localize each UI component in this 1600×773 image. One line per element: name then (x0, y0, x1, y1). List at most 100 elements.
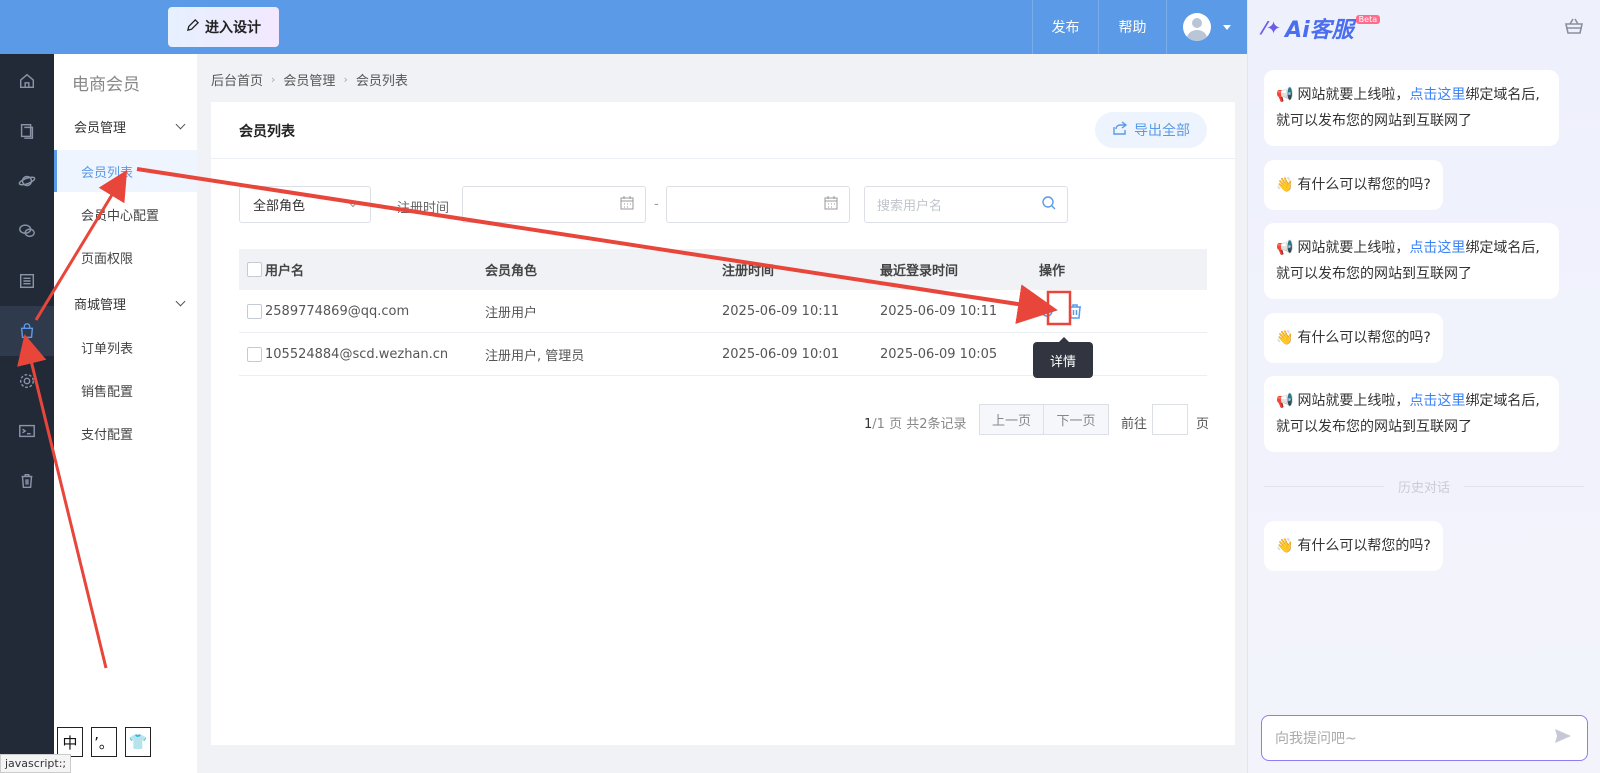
export-label: 导出全部 (1134, 123, 1190, 139)
view-details-icon[interactable] (1039, 303, 1055, 319)
last-login-cell: 2025-06-09 10:05 (880, 346, 998, 362)
message-text: 有什么可以帮您的吗? (1297, 177, 1431, 193)
ime-toolbar: 中 ’。 👕 (57, 727, 151, 757)
message-text: 网站就要上线啦， (1297, 393, 1410, 409)
send-icon[interactable] (1553, 726, 1573, 750)
group-member-management[interactable]: 会员管理 (74, 117, 186, 136)
goto-page-input[interactable] (1152, 404, 1188, 435)
ime-skin-icon[interactable]: 👕 (125, 727, 151, 757)
group-label: 会员管理 (74, 121, 127, 136)
history-label: 历史对话 (1398, 481, 1451, 496)
table-row: 2589774869@qq.com 注册用户 2025-06-09 10:11 … (239, 290, 1207, 333)
ai-logo: ⁄✦ Ai客服 Beta (1263, 12, 1381, 44)
sidebar-item-member-center-config[interactable]: 会员中心配置 (54, 193, 197, 235)
row-checkbox[interactable] (247, 303, 262, 319)
search-icon[interactable] (1041, 195, 1057, 215)
ime-punctuation-toggle[interactable]: ’。 (91, 727, 117, 757)
date-separator: - (654, 197, 659, 212)
end-date-field[interactable] (666, 186, 850, 223)
col-username: 用户名 (265, 264, 305, 279)
trash-icon[interactable] (0, 456, 54, 506)
home-icon[interactable] (0, 56, 54, 106)
history-divider: 历史对话 (1264, 477, 1585, 496)
pagination-total: /1 页 共2条记录 (872, 417, 967, 432)
reg-time-cell: 2025-06-09 10:01 (722, 346, 840, 362)
top-header: 进入设计 发布 帮助 (0, 0, 1247, 54)
chat-message: 📢 网站就要上线啦，点击这里绑定域名后,就可以发布您的网站到互联网了 (1264, 376, 1559, 452)
role-select[interactable]: 全部角色 (239, 186, 371, 223)
ai-question-input[interactable]: 向我提问吧~ (1261, 715, 1588, 761)
col-reg-time: 注册时间 (722, 264, 775, 279)
ai-input-placeholder: 向我提问吧~ (1275, 731, 1357, 747)
chevron-down-icon (175, 296, 186, 307)
sidebar-item-order-list[interactable]: 订单列表 (54, 326, 197, 368)
select-all-checkbox[interactable] (247, 262, 262, 277)
search-input[interactable]: 搜索用户名 (864, 186, 1068, 223)
sparkle-icon: ⁄✦ (1263, 17, 1282, 39)
help-button[interactable]: 帮助 (1098, 0, 1166, 54)
chevron-down-icon (175, 119, 186, 130)
role-select-value: 全部角色 (253, 199, 306, 214)
goto-unit: 页 (1196, 417, 1210, 432)
user-menu[interactable] (1166, 0, 1247, 54)
prev-page-button[interactable]: 上一页 (979, 404, 1044, 435)
delete-icon[interactable] (1067, 303, 1083, 319)
sidebar-item-sales-config[interactable]: 销售配置 (54, 369, 197, 411)
search-placeholder: 搜索用户名 (877, 199, 943, 214)
wave-icon: 👋 (1276, 177, 1294, 193)
group-mall-management[interactable]: 商城管理 (74, 294, 186, 313)
col-actions: 操作 (1039, 264, 1066, 279)
details-tooltip: 详情 (1033, 337, 1093, 378)
ai-logo-name: Ai客服 (1285, 18, 1354, 43)
breadcrumb-home[interactable]: 后台首页 (211, 70, 263, 89)
calendar-icon (619, 195, 635, 215)
row-checkbox[interactable] (247, 346, 262, 362)
publish-button[interactable]: 发布 (1032, 0, 1098, 54)
planet-icon[interactable] (0, 156, 54, 206)
breadcrumb-member-list: 会员列表 (355, 74, 408, 89)
shopping-bag-icon[interactable] (0, 306, 54, 356)
sidebar-item-payment-config[interactable]: 支付配置 (54, 412, 197, 454)
message-text: 有什么可以帮您的吗? (1297, 538, 1431, 554)
start-date-field[interactable] (462, 186, 646, 223)
breadcrumb: 后台首页 › 会员管理 › 会员列表 (211, 70, 408, 89)
icon-rail (0, 54, 54, 773)
pages-icon[interactable] (0, 106, 54, 156)
megaphone-icon: 📢 (1276, 393, 1294, 409)
breadcrumb-member-management[interactable]: 会员管理 (283, 70, 335, 89)
megaphone-icon: 📢 (1276, 87, 1294, 103)
click-here-link[interactable]: 点击这里 (1409, 87, 1465, 103)
role-cell: 注册用户 (485, 305, 538, 321)
col-role: 会员角色 (485, 264, 538, 279)
divider-line (1464, 486, 1585, 487)
col-last-login: 最近登录时间 (880, 264, 959, 279)
member-list-card: 会员列表 导出全部 全部角色 注册时间 - 搜索用户名 用户名 会员角色 注册时… (211, 102, 1235, 745)
wave-icon: 👋 (1276, 538, 1294, 554)
sidebar-item-member-list[interactable]: 会员列表 (54, 150, 197, 192)
sub-sidebar: 电商会员 会员管理 会员列表 会员中心配置 页面权限 商城管理 订单列表 销售配… (54, 54, 197, 773)
table-header: 用户名 会员角色 注册时间 最近登录时间 操作 (239, 249, 1207, 290)
enter-design-label: 进入设计 (205, 20, 261, 36)
sidebar-item-page-permission[interactable]: 页面权限 (54, 236, 197, 278)
chat-icon[interactable] (0, 206, 54, 256)
chat-message: 📢 网站就要上线啦，点击这里绑定域名后,就可以发布您的网站到互联网了 (1264, 223, 1559, 299)
reg-time-cell: 2025-06-09 10:11 (722, 303, 840, 319)
beta-badge: Beta (1355, 14, 1381, 24)
terminal-icon[interactable] (0, 406, 54, 456)
avatar (1183, 13, 1211, 41)
export-all-button[interactable]: 导出全部 (1095, 112, 1207, 148)
click-here-link[interactable]: 点击这里 (1409, 240, 1465, 256)
role-cell: 注册用户, 管理员 (485, 348, 585, 364)
list-icon[interactable] (0, 256, 54, 306)
ime-chinese-toggle[interactable]: 中 (57, 727, 83, 757)
basket-icon[interactable] (1564, 16, 1584, 36)
status-bar-url: javascript:; (0, 754, 72, 773)
goto-label: 前往 (1121, 417, 1148, 432)
page-title: 会员列表 (239, 124, 295, 140)
chevron-right-icon: › (271, 73, 276, 86)
next-page-button[interactable]: 下一页 (1044, 404, 1109, 435)
click-here-link[interactable]: 点击这里 (1409, 393, 1465, 409)
username-cell: 105524884@scd.wezhan.cn (265, 346, 449, 362)
gear-icon[interactable] (0, 356, 54, 406)
enter-design-button[interactable]: 进入设计 (168, 7, 279, 47)
